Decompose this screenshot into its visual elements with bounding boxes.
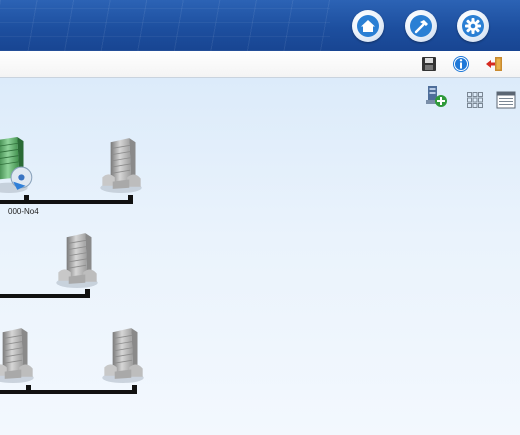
save-button[interactable] (420, 55, 438, 73)
banner-pattern (0, 0, 330, 51)
toolbar (0, 51, 520, 78)
topology-canvas: 000-No4 (0, 78, 520, 435)
device-node[interactable] (100, 326, 146, 389)
network-bus (0, 294, 90, 298)
node-label: 000-No4 (8, 207, 39, 216)
add-device-button[interactable] (424, 84, 447, 107)
info-icon (452, 56, 470, 77)
top-banner (0, 0, 520, 51)
grid-view-icon (466, 92, 484, 113)
bus-connector (85, 289, 90, 295)
grid-view-button[interactable] (466, 91, 488, 113)
save-icon (420, 57, 438, 77)
bus-connector (26, 385, 31, 391)
building-icon (54, 276, 100, 293)
device-node[interactable] (54, 231, 100, 294)
device-node[interactable] (0, 136, 34, 199)
info-button[interactable] (452, 55, 470, 73)
building-icon (100, 371, 146, 388)
tools-button[interactable] (405, 10, 437, 42)
exit-icon (484, 57, 504, 77)
bus-connector (132, 385, 137, 391)
bus-connector (128, 195, 133, 201)
network-bus (0, 390, 137, 394)
bus-connector (24, 195, 29, 201)
settings-button[interactable] (457, 10, 489, 42)
network-bus (0, 200, 133, 204)
building-icon (98, 181, 144, 198)
add-device-icon (424, 86, 448, 112)
home-button[interactable] (352, 10, 384, 42)
list-view-button[interactable] (496, 91, 518, 113)
device-node[interactable] (98, 136, 144, 199)
exit-button[interactable] (484, 55, 502, 73)
list-view-icon (496, 91, 516, 113)
device-node[interactable] (0, 326, 36, 389)
